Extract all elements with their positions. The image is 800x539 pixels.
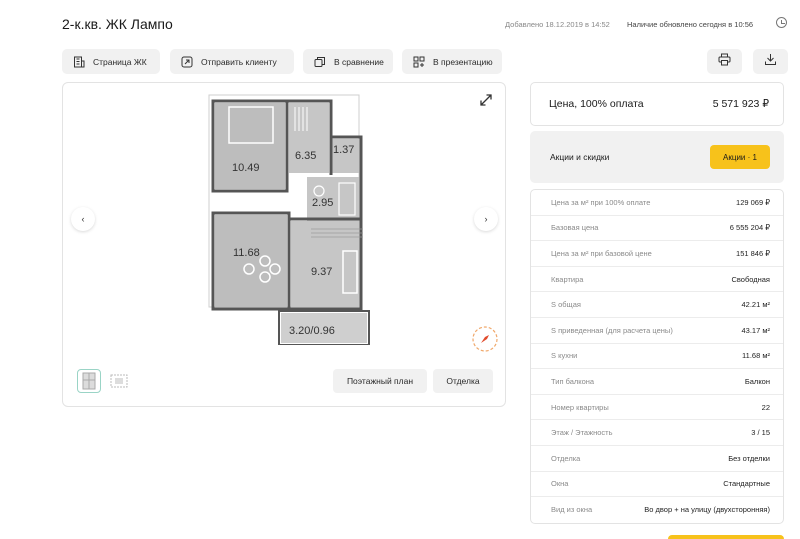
spec-key: Номер квартиры [551,402,609,412]
action-button-edge[interactable] [668,535,784,539]
spec-value: 11.68 м² [742,351,770,361]
spec-value: Свободная [731,274,770,284]
complex-page-label: Страница ЖК [93,56,147,67]
spec-row: Этаж / Этажность 3 / 15 [531,420,783,446]
spec-row: Квартира Свободная [531,267,783,293]
spec-key: Базовая цена [551,223,599,233]
prev-image-button[interactable]: ‹ [71,207,95,231]
chevron-right-icon: › [484,214,488,224]
specs-table: Цена за м² при 100% оплате 129 069 ₽ Базо… [530,189,784,524]
grid-icon [412,55,425,68]
compare-label: В сравнение [334,56,384,67]
spec-value: Без отделки [728,453,770,463]
download-button[interactable] [753,49,788,74]
spec-key: Цена за м² при базовой цене [551,248,652,258]
building-icon [72,55,85,68]
spec-value: 6 555 204 ₽ [729,223,770,233]
spec-key: Квартира [551,274,584,284]
floor-plan-card: ‹ › 10.49 6.35 1.37 2.95 11.68 9.37 3.20… [62,82,506,407]
spec-row: S кухни 11.68 м² [531,344,783,370]
spec-value: Балкон [744,376,770,386]
room-area-label: 11.68 [233,247,260,259]
compass-icon [471,325,499,353]
spec-key: S кухни [551,351,578,361]
spec-key: Этаж / Этажность [551,428,613,438]
spec-row: Цена за м² при базовой цене 151 846 ₽ [531,241,783,267]
clock-icon [776,17,787,28]
price-value: 5 571 923 ₽ [712,98,769,110]
promotions-card: Акции и скидки Акции · 1 [530,131,784,183]
floor-plan-image: 10.49 6.35 1.37 2.95 11.68 9.37 3.20/0.9… [208,94,370,345]
print-button[interactable] [707,49,742,74]
complex-page-button[interactable]: Страница ЖК [62,49,160,74]
availability-updated: Наличие обновлено сегодня в 10:56 [627,20,754,29]
price-label: Цена, 100% оплата [549,98,644,110]
spec-row: Отделка Без отделки [531,446,783,472]
spec-key: S приведенная (для расчета цены) [551,325,673,335]
printer-icon [718,53,731,71]
spec-key: Цена за м² при 100% оплате [551,197,651,207]
spec-value: 151 846 ₽ [736,248,770,258]
promotions-label: Акции и скидки [550,152,610,162]
spec-key: Вид из окна [551,505,593,515]
spec-row: Цена за м² при 100% оплате 129 069 ₽ [531,190,783,216]
presentation-button[interactable]: В презентацию [402,49,502,74]
plan-thumbnail[interactable] [107,369,131,393]
spec-row: Номер квартиры 22 [531,395,783,421]
spec-value: 43.17 м² [741,325,770,335]
spec-row: Вид из окна Во двор + на улицу (двухсторо… [531,497,783,523]
expand-icon[interactable] [479,93,493,107]
spec-row: Тип балкона Балкон [531,369,783,395]
copy-icon [313,55,326,68]
next-image-button[interactable]: › [474,207,498,231]
room-area-label: 6.35 [295,150,316,162]
chevron-left-icon: ‹ [81,214,85,224]
spec-row: S приведенная (для расчета цены) 43.17 м² [531,318,783,344]
spec-value: 129 069 ₽ [736,197,770,207]
spec-key: Окна [551,479,569,489]
spec-row: Окна Стандартные [531,472,783,498]
send-client-button[interactable]: Отправить клиенту [170,49,294,74]
finish-button[interactable]: Отделка [433,369,493,393]
room-area-label: 3.20/0.96 [289,325,335,337]
download-icon [764,53,777,71]
spec-value: 3 / 15 [751,428,770,438]
price-card: Цена, 100% оплата 5 571 923 ₽ [530,82,784,126]
added-date: Добавлено 18.12.2019 в 14:52 [505,20,610,29]
presentation-label: В презентацию [433,56,493,67]
share-arrow-icon [180,55,193,68]
spec-row: Базовая цена 6 555 204 ₽ [531,216,783,242]
floor-plan-button[interactable]: Поэтажный план [333,369,427,393]
compare-button[interactable]: В сравнение [303,49,393,74]
spec-key: Тип балкона [551,376,595,386]
send-client-label: Отправить клиенту [201,56,277,67]
spec-value: 22 [761,402,770,412]
spec-value: 42.21 м² [741,300,770,310]
room-area-label: 1.37 [333,144,354,156]
spec-key: S общая [551,300,581,310]
page-title: 2-к.кв. ЖК Лампо [62,16,173,32]
plan-thumbnail[interactable] [77,369,101,393]
spec-key: Отделка [551,453,581,463]
promotions-badge-button[interactable]: Акции · 1 [710,145,770,169]
room-area-label: 10.49 [232,162,260,174]
room-area-label: 9.37 [311,266,332,278]
spec-row: S общая 42.21 м² [531,292,783,318]
room-area-label: 2.95 [312,197,333,209]
spec-value: Стандартные [723,479,770,489]
spec-value: Во двор + на улицу (двухсторонняя) [644,505,770,515]
